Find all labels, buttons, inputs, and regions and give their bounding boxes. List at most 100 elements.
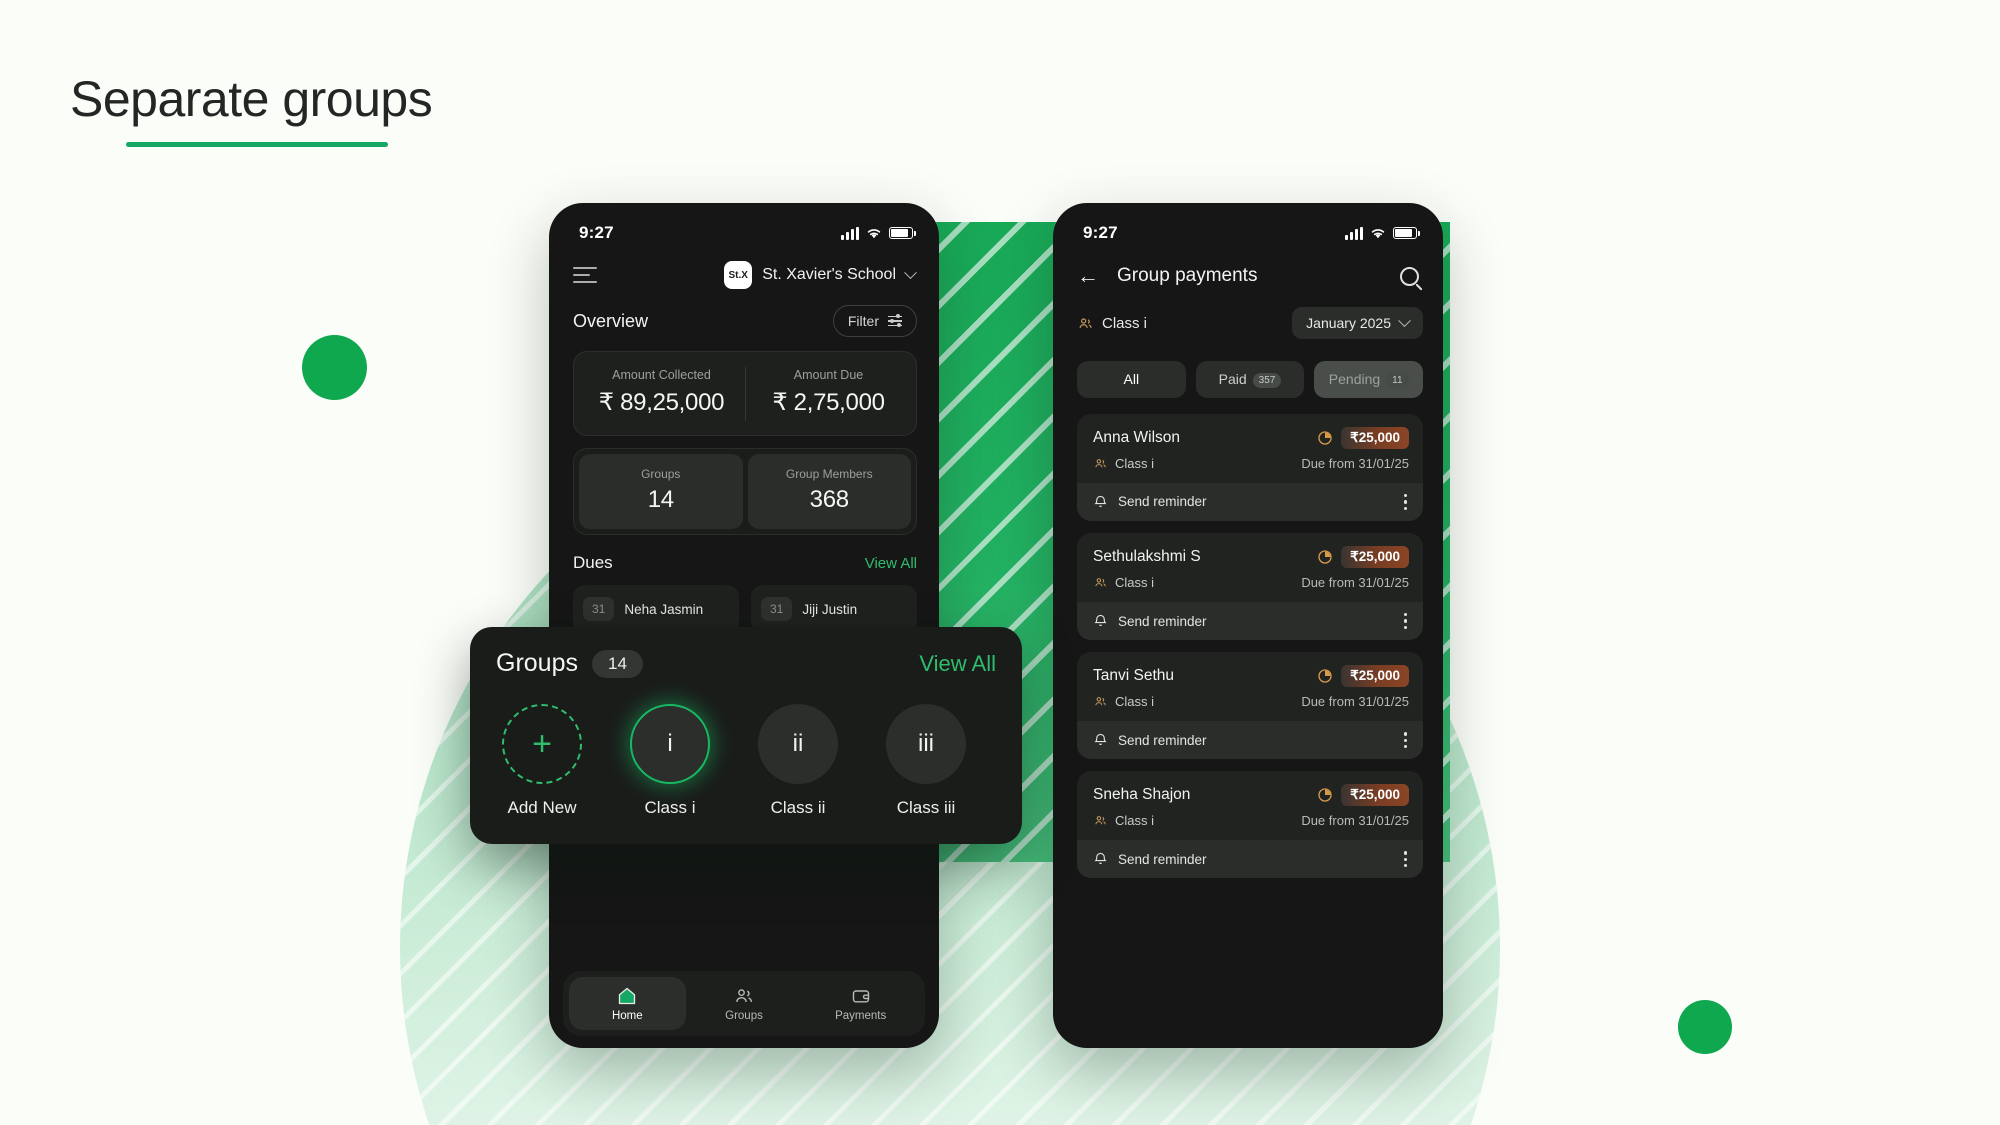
search-icon[interactable]	[1400, 266, 1419, 286]
nav-item-groups[interactable]: Groups	[686, 977, 803, 1030]
group-glyph: i	[630, 704, 710, 784]
pie-clock-icon	[1318, 788, 1332, 802]
group-item-class-i[interactable]: i Class i	[630, 704, 710, 818]
home-icon	[569, 986, 686, 1006]
tab-paid[interactable]: Paid 357	[1195, 361, 1305, 398]
send-reminder-button[interactable]: Send reminder	[1093, 494, 1207, 510]
phone-home-screen: 9:27 St.X St. Xavier's School Overview F…	[549, 203, 939, 1048]
people-icon	[1095, 816, 1106, 825]
group-label: Add New	[507, 798, 577, 817]
payment-actions: Send reminder	[1077, 840, 1423, 879]
payer-class: Class i	[1093, 456, 1154, 471]
payment-summary: Sethulakshmi S ₹25,000 Class i Due from …	[1077, 533, 1423, 602]
nav-item-payments[interactable]: Payments	[802, 977, 919, 1030]
group-item-add-new[interactable]: + Add New	[502, 704, 582, 818]
stat-label: Groups	[641, 467, 681, 481]
nav-label: Payments	[835, 1010, 887, 1022]
kebab-menu-icon[interactable]	[1403, 493, 1407, 510]
tab-badge: 11	[1386, 372, 1409, 388]
tab-pending[interactable]: Pending 11	[1314, 361, 1424, 398]
kebab-menu-icon[interactable]	[1403, 732, 1407, 749]
stat-label: Amount Due	[793, 368, 864, 382]
list-item[interactable]: 31 Neha Jasmin	[573, 585, 739, 633]
plus-icon: +	[502, 704, 582, 784]
app-top-bar: St.X St. Xavier's School	[549, 249, 939, 289]
group-item-class-iii[interactable]: iii Class iii	[886, 704, 966, 818]
back-arrow-icon[interactable]: ←	[1077, 265, 1099, 287]
screen-title: Group payments	[1117, 265, 1258, 286]
payments-list: Anna Wilson ₹25,000 Class i Due from 31/…	[1053, 398, 1443, 879]
nav-label: Home	[611, 1010, 643, 1022]
filter-button[interactable]: Filter	[832, 305, 917, 337]
payer-class: Class i	[1093, 813, 1154, 828]
group-glyph: ii	[758, 704, 838, 784]
tab-all[interactable]: All	[1077, 361, 1186, 398]
decorative-dot-left	[302, 335, 367, 400]
list-item[interactable]: 31 Jiji Justin	[751, 585, 917, 633]
tab-label: All	[1123, 371, 1140, 387]
signal-bars-icon	[841, 226, 859, 240]
people-icon	[686, 986, 803, 1006]
groups-overlay-items: + Add New i Class i ii Class ii iii Clas…	[496, 704, 996, 818]
tab-label: Paid	[1218, 371, 1247, 387]
group-label: Class iii	[896, 798, 956, 817]
payment-actions: Send reminder	[1077, 482, 1423, 521]
school-selector[interactable]: St.X St. Xavier's School	[724, 261, 917, 289]
class-label: Class i	[1102, 314, 1148, 332]
hamburger-menu-icon[interactable]	[573, 267, 597, 283]
class-label: Class i	[1115, 813, 1155, 829]
list-item[interactable]: Tanvi Sethu ₹25,000 Class i Due from 31/…	[1077, 652, 1423, 760]
kebab-menu-icon[interactable]	[1403, 851, 1407, 868]
nav-item-home[interactable]: Home	[569, 977, 686, 1030]
bottom-navigation: Home Groups Payments	[563, 971, 925, 1036]
screen-header: ← Group payments	[1053, 249, 1443, 287]
filter-tabs: All Paid 357 Pending 11	[1053, 339, 1443, 398]
group-members-counter[interactable]: Group Members 368	[747, 454, 911, 529]
groups-counter[interactable]: Groups 14	[579, 454, 743, 529]
status-time: 9:27	[579, 223, 614, 242]
stat-value: ₹ 2,75,000	[772, 389, 885, 416]
amount-due-stat: Amount Due ₹ 2,75,000	[745, 356, 912, 431]
tab-label: Pending	[1328, 371, 1381, 387]
pie-clock-icon	[1318, 550, 1332, 564]
people-icon	[1095, 578, 1106, 587]
groups-overlay-title-block: Groups 14	[496, 649, 643, 678]
battery-icon	[1393, 227, 1420, 239]
groups-overlay-card: Groups 14 View All + Add New i Class i i…	[470, 627, 1022, 844]
payment-summary: Anna Wilson ₹25,000 Class i Due from 31/…	[1077, 414, 1423, 483]
dues-view-all-link[interactable]: View All	[865, 555, 917, 572]
group-item-class-ii[interactable]: ii Class ii	[758, 704, 838, 818]
payment-row-secondary: Class i Due from 31/01/25	[1093, 694, 1409, 709]
payment-row-primary: Sneha Shajon ₹25,000	[1093, 784, 1409, 807]
groups-overlay-view-all-link[interactable]: View All	[919, 651, 996, 677]
kebab-menu-icon[interactable]	[1403, 612, 1407, 630]
payment-actions: Send reminder	[1077, 601, 1423, 641]
amount-block: ₹25,000	[1317, 784, 1409, 807]
page-headline-block: Separate groups	[70, 70, 433, 147]
list-item[interactable]: Anna Wilson ₹25,000 Class i Due from 31/…	[1077, 413, 1423, 521]
amount-block: ₹25,000	[1317, 426, 1409, 449]
school-badge: St.X	[724, 261, 753, 289]
payment-row-secondary: Class i Due from 31/01/25	[1093, 575, 1409, 590]
send-reminder-button[interactable]: Send reminder	[1093, 613, 1207, 629]
class-tag: Class i	[1077, 315, 1147, 332]
send-reminder-button[interactable]: Send reminder	[1093, 732, 1207, 748]
bell-icon	[1094, 853, 1107, 865]
bell-icon	[1094, 734, 1107, 746]
payment-summary: Tanvi Sethu ₹25,000 Class i Due from 31/…	[1077, 652, 1423, 721]
send-reminder-button[interactable]: Send reminder	[1093, 851, 1207, 867]
group-glyph: iii	[886, 704, 966, 784]
list-item[interactable]: Sethulakshmi S ₹25,000 Class i Due from …	[1077, 532, 1423, 641]
due-date-text: Due from 31/01/25	[1301, 813, 1409, 829]
amount-block: ₹25,000	[1317, 665, 1409, 688]
payment-summary: Sneha Shajon ₹25,000 Class i Due from 31…	[1077, 771, 1423, 840]
amount-collected-stat: Amount Collected ₹ 89,25,000	[578, 356, 745, 431]
decorative-dot-right	[1678, 1000, 1732, 1054]
chevron-down-icon	[1398, 313, 1411, 327]
month-selector[interactable]: January 2025	[1292, 307, 1423, 339]
dues-title: Dues	[573, 553, 613, 572]
groups-overlay-header: Groups 14 View All	[496, 649, 996, 678]
list-item[interactable]: Sneha Shajon ₹25,000 Class i Due from 31…	[1077, 771, 1423, 879]
send-reminder-label: Send reminder	[1118, 851, 1207, 867]
status-bar: 9:27	[1053, 203, 1443, 249]
